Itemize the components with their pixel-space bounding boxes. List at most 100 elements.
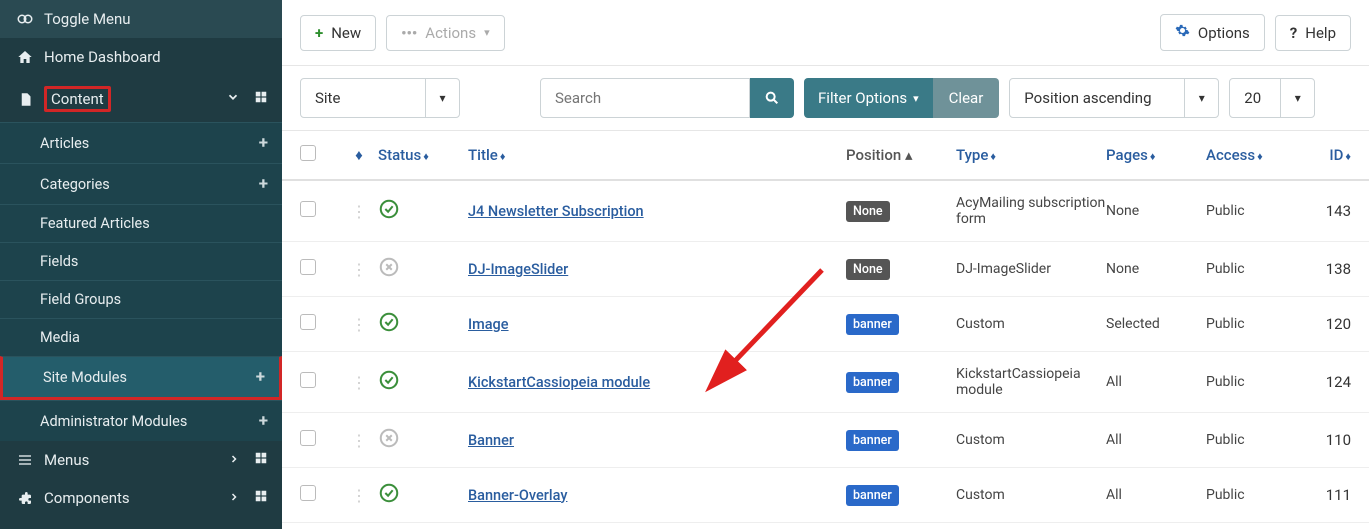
sort-asc-icon: ▴ [905,146,913,164]
sort-icon: ♦ [1150,150,1156,163]
chevron-down-icon: ▾ [425,79,459,117]
sidebar-item-content[interactable]: Content [0,76,282,122]
status-enabled-icon[interactable] [378,369,400,391]
grid-icon[interactable] [254,451,268,469]
sort-select[interactable]: Position ascending ▾ [1009,78,1219,118]
toggle-menu-label: Toggle Menu [44,10,268,28]
status-disabled-icon[interactable] [378,256,400,278]
puzzle-icon [14,490,36,506]
main-content: + New ••• Actions ▾ Options ? Help [282,0,1369,529]
pages-cell: Selected [1106,316,1206,332]
row-checkbox[interactable] [300,201,316,217]
status-enabled-icon[interactable] [378,482,400,504]
module-title-link[interactable]: KickstartCassiopeia module [468,374,650,391]
sidebar-item-menus[interactable]: Menus [0,441,282,479]
actions-button[interactable]: ••• Actions ▾ [386,15,504,51]
sort-icon: ♦ [500,150,506,163]
status-enabled-icon[interactable] [378,311,400,333]
position-header[interactable]: Position ▴ [846,146,956,164]
module-title-link[interactable]: J4 Newsletter Subscription [468,203,644,220]
status-disabled-icon[interactable] [378,427,400,449]
limit-select[interactable]: 20 ▾ [1229,78,1315,118]
sidebar-item-articles[interactable]: Articles + [0,122,282,163]
module-title-link[interactable]: Image [468,316,509,333]
plus-icon[interactable]: + [259,133,268,153]
row-checkbox[interactable] [300,372,316,388]
search-input[interactable] [540,78,750,118]
table-row: ⋮DJ-ImageSliderNoneDJ-ImageSliderNonePub… [282,242,1369,297]
grid-icon[interactable] [254,90,268,108]
drag-icon[interactable]: ⋮ [351,486,367,505]
toggle-menu[interactable]: Toggle Menu [0,0,282,38]
access-cell: Public [1206,374,1301,390]
module-title-link[interactable]: Banner [468,432,514,449]
sort-icon: ♦ [990,150,996,163]
module-title-link[interactable]: Banner-Overlay [468,487,567,504]
new-button[interactable]: + New [300,15,376,51]
status-header[interactable]: Status♦ [378,146,468,164]
status-enabled-icon[interactable] [378,198,400,220]
sidebar-item-categories[interactable]: Categories + [0,163,282,204]
clear-button[interactable]: Clear [933,78,1000,118]
sidebar-item-media[interactable]: Media [0,318,282,356]
chevron-right-icon[interactable] [228,489,240,507]
row-checkbox[interactable] [300,430,316,446]
title-header[interactable]: Title♦ [468,146,846,164]
content-submenu: Articles + Categories + Featured Article… [0,122,282,441]
pages-cell: All [1106,432,1206,448]
chevron-down-icon: ▾ [913,92,919,105]
sidebar-item-field-groups[interactable]: Field Groups [0,280,282,318]
chevron-down-icon[interactable] [226,90,240,108]
select-all-checkbox[interactable] [300,145,316,161]
row-checkbox[interactable] [300,314,316,330]
drag-icon[interactable]: ⋮ [351,315,367,334]
gear-icon [1175,23,1190,42]
row-checkbox[interactable] [300,259,316,275]
drag-icon[interactable]: ⋮ [351,431,367,450]
options-button[interactable]: Options [1160,14,1265,51]
pages-cell: None [1106,261,1206,277]
client-select[interactable]: Site ▾ [300,78,460,118]
sort-icon: ♦ [1345,150,1351,163]
position-badge: None [846,259,890,280]
pages-header[interactable]: Pages♦ [1106,146,1206,164]
table-header: ♦ Status♦ Title♦ Position ▴ Type♦ Pages♦… [282,131,1369,181]
help-button[interactable]: ? Help [1275,15,1351,51]
sidebar-item-home[interactable]: Home Dashboard [0,38,282,76]
module-title-link[interactable]: DJ-ImageSlider [468,261,568,278]
sidebar-item-admin-modules[interactable]: Administrator Modules + [0,400,282,441]
sidebar-item-fields[interactable]: Fields [0,242,282,280]
position-badge: banner [846,485,899,506]
table-row: ⋮ImagebannerCustomSelectedPublic120 [282,297,1369,352]
access-cell: Public [1206,432,1301,448]
type-cell: AcyMailing subscription form [956,195,1106,227]
order-column[interactable]: ♦ [340,146,378,164]
sidebar-item-site-modules[interactable]: Site Modules + [0,356,282,400]
question-icon: ? [1290,24,1297,42]
id-cell: 111 [1301,486,1351,504]
grid-icon[interactable] [254,489,268,507]
id-header[interactable]: ID♦ [1301,146,1351,164]
chevron-down-icon: ▾ [1184,79,1218,117]
search-button[interactable] [750,78,794,118]
access-header[interactable]: Access♦ [1206,146,1301,164]
sidebar-item-components[interactable]: Components [0,479,282,517]
plus-icon[interactable]: + [259,411,268,431]
sidebar-item-featured[interactable]: Featured Articles [0,204,282,242]
plus-icon[interactable]: + [259,174,268,194]
plus-icon[interactable]: + [256,367,265,387]
chevron-down-icon: ▾ [484,26,490,39]
type-cell: KickstartCassiopeia module [956,366,1106,398]
chevron-right-icon[interactable] [228,451,240,469]
filter-options-button[interactable]: Filter Options ▾ [804,78,933,118]
drag-icon[interactable]: ⋮ [351,202,367,221]
drag-icon[interactable]: ⋮ [351,260,367,279]
drag-icon[interactable]: ⋮ [351,373,367,392]
sidebar: Toggle Menu Home Dashboard Content [0,0,282,529]
id-cell: 120 [1301,315,1351,333]
content-highlight: Content [44,86,111,112]
toolbar: + New ••• Actions ▾ Options ? Help [282,0,1369,66]
type-header[interactable]: Type♦ [956,146,1106,164]
access-cell: Public [1206,203,1301,219]
row-checkbox[interactable] [300,485,316,501]
